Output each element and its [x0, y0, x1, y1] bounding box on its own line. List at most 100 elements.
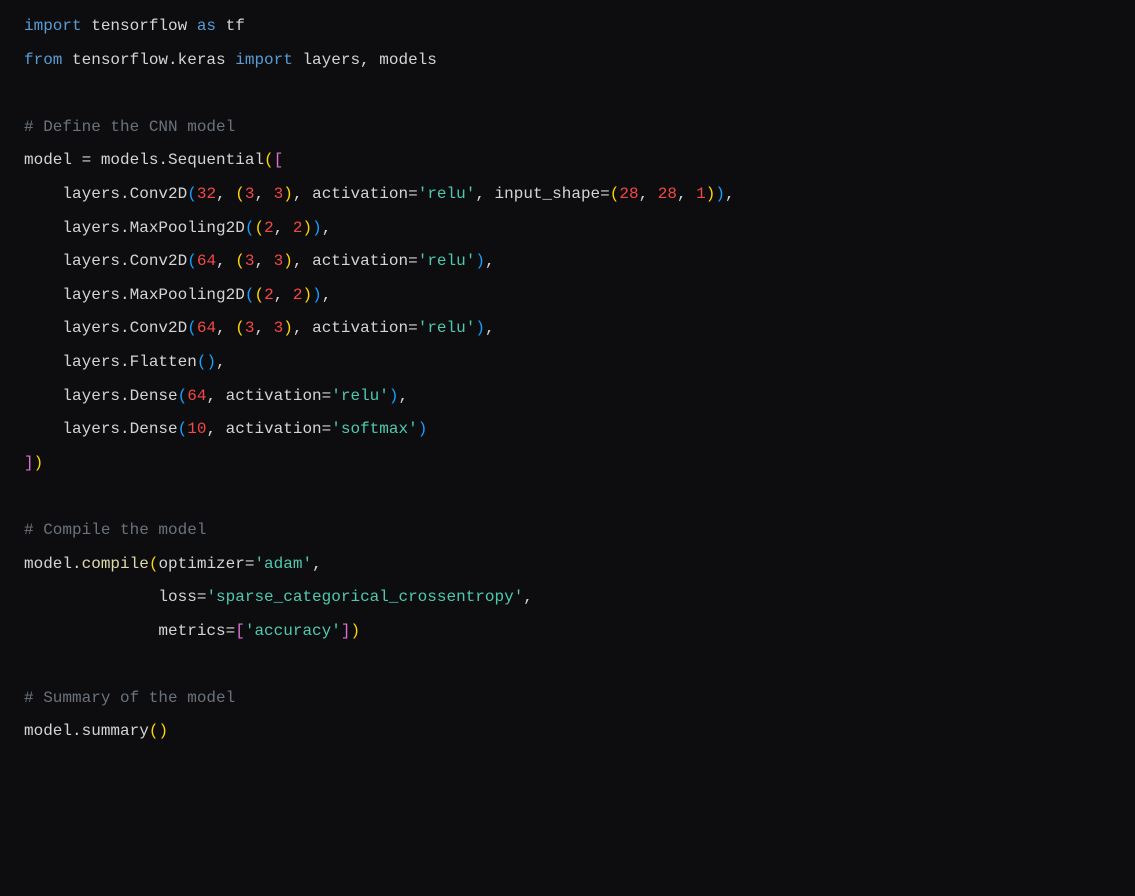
paren-close: ) — [312, 219, 322, 237]
string-literal: 'relu' — [418, 185, 476, 203]
code-text: model = models.Sequential — [24, 151, 264, 169]
code-text: metrics= — [24, 622, 235, 640]
comma: , — [274, 286, 293, 304]
code-text: layers.MaxPooling2D — [24, 286, 245, 304]
string-literal: 'relu' — [418, 319, 476, 337]
paren-open: ( — [264, 151, 274, 169]
number-literal: 64 — [187, 387, 206, 405]
code-text: layers.Conv2D — [24, 252, 187, 270]
paren-close: ) — [475, 252, 485, 270]
bracket-open: [ — [235, 622, 245, 640]
string-literal: 'sparse_categorical_crossentropy' — [206, 588, 523, 606]
paren-open: ( — [149, 555, 159, 573]
comma: , — [254, 252, 273, 270]
code-text: optimizer= — [158, 555, 254, 573]
paren-close: ) — [206, 353, 216, 371]
code-text: layers.Dense — [24, 420, 178, 438]
code-text: , activation= — [206, 420, 331, 438]
comma: , — [485, 252, 495, 270]
keyword-import: import — [235, 51, 293, 69]
keyword-from: from — [24, 51, 62, 69]
string-literal: 'relu' — [418, 252, 476, 270]
code-text: model.summary — [24, 722, 149, 740]
number-literal: 32 — [197, 185, 216, 203]
string-literal: 'accuracy' — [245, 622, 341, 640]
paren-open: ( — [187, 319, 197, 337]
tuple-paren-close: ) — [283, 252, 293, 270]
paren-close: ) — [158, 722, 168, 740]
paren-close: ) — [350, 622, 360, 640]
number-literal: 3 — [274, 252, 284, 270]
code-text: , activation= — [293, 319, 418, 337]
number-literal: 3 — [274, 185, 284, 203]
tuple-paren-open: ( — [610, 185, 620, 203]
string-literal: 'softmax' — [331, 420, 417, 438]
comment-line: # Define the CNN model — [24, 118, 235, 136]
comment-line: # Summary of the model — [24, 689, 235, 707]
number-literal: 2 — [264, 286, 274, 304]
comma: , — [322, 219, 332, 237]
bracket-close: ] — [24, 454, 34, 472]
code-text: loss= — [24, 588, 206, 606]
number-literal: 10 — [187, 420, 206, 438]
number-literal: 64 — [197, 319, 216, 337]
comma: , — [725, 185, 735, 203]
number-literal: 3 — [274, 319, 284, 337]
code-text: , activation= — [206, 387, 331, 405]
paren-close: ) — [34, 454, 44, 472]
comma: , — [398, 387, 408, 405]
code-text: , activation= — [293, 185, 418, 203]
tuple-paren-close: ) — [302, 219, 312, 237]
paren-open: ( — [245, 286, 255, 304]
comma: , — [322, 286, 332, 304]
alias-name: tf — [216, 17, 245, 35]
tuple-paren-open: ( — [235, 319, 245, 337]
paren-open: ( — [197, 353, 207, 371]
code-text: layers.Conv2D — [24, 185, 187, 203]
tuple-paren-open: ( — [235, 185, 245, 203]
paren-close: ) — [312, 286, 322, 304]
comma: , — [216, 319, 235, 337]
comma: , — [523, 588, 533, 606]
number-literal: 2 — [264, 219, 274, 237]
paren-close: ) — [475, 319, 485, 337]
string-literal: 'relu' — [331, 387, 389, 405]
code-text: layers.Flatten — [24, 353, 197, 371]
keyword-import: import — [24, 17, 82, 35]
code-text: layers.MaxPooling2D — [24, 219, 245, 237]
import-names: layers, models — [293, 51, 437, 69]
module-name: tensorflow — [82, 17, 197, 35]
code-text: , input_shape= — [475, 185, 609, 203]
paren-open: ( — [245, 219, 255, 237]
tuple-paren-open: ( — [235, 252, 245, 270]
number-literal: 28 — [619, 185, 638, 203]
paren-open: ( — [187, 252, 197, 270]
tuple-paren-close: ) — [302, 286, 312, 304]
comma: , — [216, 353, 226, 371]
paren-open: ( — [187, 185, 197, 203]
tuple-paren-open: ( — [254, 219, 264, 237]
function-name: compile — [82, 555, 149, 573]
string-literal: 'adam' — [254, 555, 312, 573]
code-editor[interactable]: import tensorflow as tf from tensorflow.… — [24, 10, 1111, 749]
module-path: tensorflow.keras — [62, 51, 235, 69]
code-text: layers.Conv2D — [24, 319, 187, 337]
comma: , — [485, 319, 495, 337]
paren-open: ( — [178, 420, 188, 438]
number-literal: 1 — [696, 185, 706, 203]
comma: , — [274, 219, 293, 237]
comma: , — [216, 252, 235, 270]
comma: , — [254, 319, 273, 337]
comma: , — [677, 185, 696, 203]
comment-line: # Compile the model — [24, 521, 206, 539]
tuple-paren-close: ) — [706, 185, 716, 203]
paren-open: ( — [178, 387, 188, 405]
comma: , — [639, 185, 658, 203]
bracket-open: [ — [274, 151, 284, 169]
tuple-paren-close: ) — [283, 185, 293, 203]
tuple-paren-open: ( — [254, 286, 264, 304]
keyword-as: as — [197, 17, 216, 35]
paren-close: ) — [715, 185, 725, 203]
code-text: layers.Dense — [24, 387, 178, 405]
comma: , — [312, 555, 322, 573]
